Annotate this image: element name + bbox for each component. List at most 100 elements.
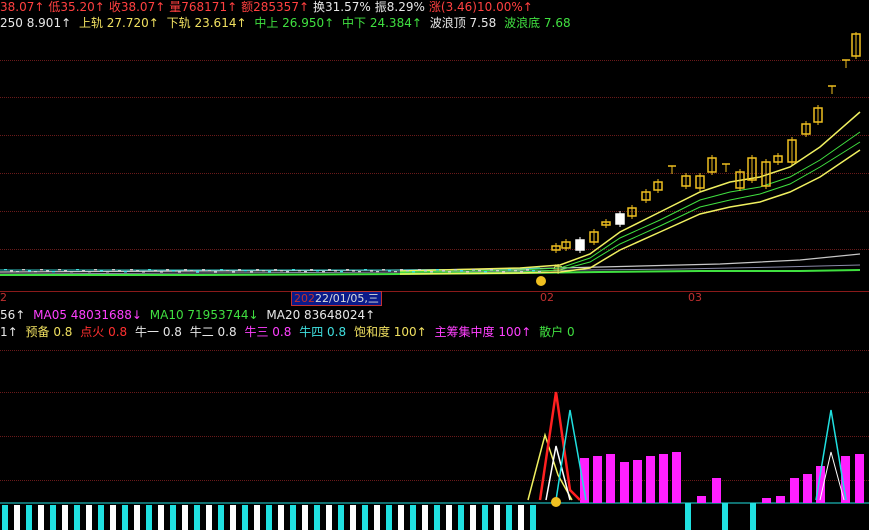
candle-flat: [472, 269, 475, 271]
candle-flat: [442, 270, 445, 272]
candle-flat: [490, 269, 493, 271]
stripe-bar: [386, 505, 392, 530]
signal-histogram-panel[interactable]: [0, 340, 869, 530]
candle-flat: [34, 271, 37, 273]
volume-ma10: MA10 71953744↓: [149, 308, 259, 322]
candle-flat: [142, 271, 145, 273]
candlestick-chart-panel[interactable]: 牛: [0, 32, 869, 291]
stripe-bar: [218, 505, 224, 530]
candle-flat: [370, 270, 373, 272]
indicator-mid-up: 中上 26.950↑: [254, 16, 335, 30]
candle-flat: [322, 271, 325, 273]
stripe-bar: [422, 505, 428, 530]
candle-flat: [310, 269, 313, 271]
candle-flat: [58, 269, 61, 271]
indicator-lower: 下轨 23.614↑: [166, 16, 247, 30]
candle-flat: [382, 269, 385, 271]
candle-flat: [412, 271, 415, 273]
date-tick-left: 2: [0, 291, 7, 304]
candle-flat: [304, 271, 307, 273]
signal-retail: 散户 0: [539, 325, 575, 339]
stripe-bar: [482, 505, 488, 530]
quote-turnover: 换31.57%: [313, 0, 371, 14]
candle-flat: [484, 271, 487, 273]
candle-flat: [208, 270, 211, 272]
candle-flat: [292, 269, 295, 271]
candlestick-canvas[interactable]: 牛: [0, 32, 869, 291]
stripe-bar: [518, 505, 524, 530]
candle-flat: [40, 269, 43, 271]
candle-flat: [202, 269, 205, 271]
candle-flat: [364, 269, 367, 271]
stripe-bar: [206, 505, 212, 530]
candle-flat: [154, 270, 157, 272]
candle-flat: [46, 270, 49, 272]
stripe-bar: [146, 505, 152, 530]
candle-flat: [64, 270, 67, 272]
stripe-bar: [530, 505, 536, 530]
histogram-bar: [659, 454, 668, 503]
candle-flat: [532, 270, 535, 272]
candle-flat: [10, 270, 13, 272]
candle-flat: [394, 271, 397, 273]
stripe-bar: [14, 505, 20, 530]
histogram-bar: [646, 456, 655, 503]
stripe-bar: [722, 503, 728, 530]
stripe-bar: [242, 505, 248, 530]
candle-body: [575, 239, 585, 251]
stripe-bar: [326, 505, 332, 530]
candle-flat: [268, 271, 271, 273]
candle-flat: [214, 271, 217, 273]
candle-flat: [262, 270, 265, 272]
signal-indicator-bar: 1↑ 预备 0.8 点火 0.8 牛一 0.8 牛二 0.8 牛三 0.8 牛四…: [0, 323, 579, 341]
candle-flat: [112, 269, 115, 271]
indicator-bar: 250 8.901↑ 上轨 27.720↑ 下轨 23.614↑ 中上 26.9…: [0, 14, 575, 32]
histogram-bar: [593, 456, 602, 503]
stripe-bar: [38, 505, 44, 530]
indicator-ma250: 250 8.901↑: [0, 16, 72, 30]
stripe-bar: [50, 505, 56, 530]
candle-flat: [136, 270, 139, 272]
stripe-bar: [302, 505, 308, 530]
candle-flat: [376, 271, 379, 273]
signal-main-concentration: 主筹集中度 100↑: [434, 325, 532, 339]
date-year-prefix: 202: [294, 292, 315, 305]
candle-flat: [340, 271, 343, 273]
candle-flat: [178, 271, 181, 273]
histogram-canvas[interactable]: [0, 340, 869, 530]
candle-flat: [454, 269, 457, 271]
quote-open-tail: 38.07↑: [0, 0, 45, 14]
candle-flat: [526, 269, 529, 271]
date-tick-03: 03: [688, 291, 702, 304]
stripe-bar: [506, 505, 512, 530]
histogram-bar: [762, 498, 771, 503]
stripe-bar: [362, 505, 368, 530]
candle-flat: [4, 269, 7, 271]
histogram-bar: [803, 474, 812, 503]
stripe-bar: [98, 505, 104, 530]
stripe-bar: [110, 505, 116, 530]
smiley-face-icon: [536, 276, 546, 286]
indicator-mid-down: 中下 24.384↑: [342, 16, 422, 30]
stripe-bar: [134, 505, 140, 530]
stripe-bar: [446, 505, 452, 530]
signal-ignite-line: [538, 391, 581, 501]
candle-flat: [418, 269, 421, 271]
stripe-bar: [398, 505, 404, 530]
quote-low: 低35.20↑: [48, 0, 105, 14]
stripe-bar: [458, 505, 464, 530]
candle-flat: [256, 269, 259, 271]
candle-flat: [94, 269, 97, 271]
candle-flat: [286, 271, 289, 273]
candle-flat: [238, 269, 241, 271]
stripe-bar: [338, 505, 344, 530]
candle-flat: [52, 271, 55, 273]
histogram-bar: [697, 496, 706, 503]
signal-prepare-line: [527, 432, 573, 501]
signal-bull3: 牛三 0.8: [244, 325, 292, 339]
candle-flat: [334, 270, 337, 272]
signal-bull4: 牛四 0.8: [299, 325, 347, 339]
volume-indicator-bar: 56↑ MA05 48031688↓ MA10 71953744↓ MA20 8…: [0, 306, 379, 324]
date-current: 22/01/05,三: [315, 292, 379, 305]
candle-flat: [388, 270, 391, 272]
